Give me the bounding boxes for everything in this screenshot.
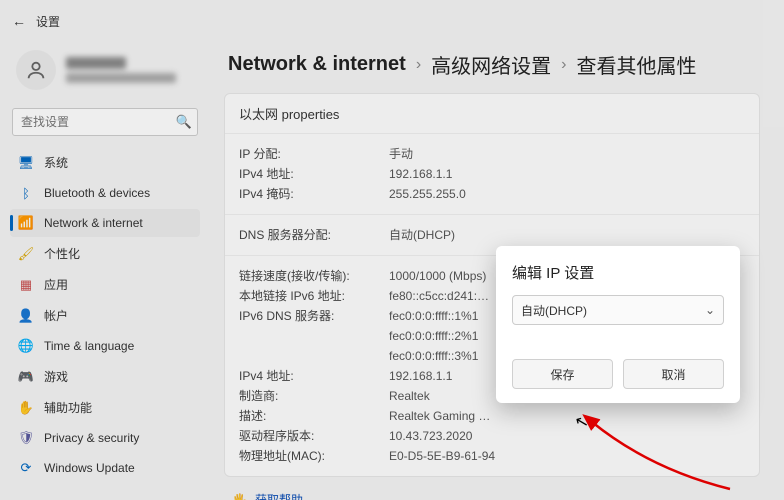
prop-label: IP 分配:	[239, 144, 389, 164]
user-info	[66, 57, 176, 83]
nav-icon: 👤	[18, 308, 34, 324]
nav-icon: ✋	[18, 400, 34, 416]
prop-value: 192.168.1.1	[389, 164, 745, 184]
prop-value: 自动(DHCP)	[389, 225, 745, 245]
sidebar-item-2[interactable]: 📶 Network & internet	[10, 209, 200, 237]
nav-label: Network & internet	[44, 216, 143, 230]
nav-icon: 🖌	[18, 246, 34, 262]
nav-icon: 🛡	[18, 430, 34, 446]
sidebar-item-8[interactable]: ✋ 辅助功能	[10, 393, 200, 422]
nav-label: 帐户	[44, 307, 68, 324]
prop-label: 本地链接 IPv6 地址:	[239, 286, 389, 306]
prop-label	[239, 346, 389, 366]
prop-section-0: IP 分配:手动IPv4 地址:192.168.1.1IPv4 掩码:255.2…	[225, 134, 759, 215]
nav-label: Windows Update	[44, 461, 135, 475]
breadcrumb: Network & internet › 高级网络设置 › 查看其他属性	[228, 50, 760, 79]
prop-label: IPv4 地址:	[239, 366, 389, 386]
nav-label: 辅助功能	[44, 399, 92, 416]
back-button[interactable]: ←	[12, 13, 26, 29]
prop-label: 驱动程序版本:	[239, 426, 389, 446]
breadcrumb-item-1[interactable]: 高级网络设置	[431, 50, 551, 79]
avatar	[16, 50, 56, 90]
sidebar-item-10[interactable]: ⟳ Windows Update	[10, 454, 200, 482]
breadcrumb-item-2: 查看其他属性	[576, 50, 696, 79]
sidebar-item-5[interactable]: 👤 帐户	[10, 301, 200, 330]
prop-row: IPv4 地址:192.168.1.1	[239, 164, 745, 184]
prop-row: DNS 服务器分配:自动(DHCP)	[239, 225, 745, 245]
search-box: 🔍	[12, 108, 198, 136]
sidebar-item-0[interactable]: 🖥 系统	[10, 148, 200, 177]
nav-label: 游戏	[44, 368, 68, 385]
cancel-button[interactable]: 取消	[623, 359, 724, 389]
prop-label	[239, 326, 389, 346]
prop-value: 手动	[389, 144, 745, 164]
nav-icon: 🖥	[18, 155, 34, 171]
dialog-title: 编辑 IP 设置	[512, 262, 724, 283]
prop-label: DNS 服务器分配:	[239, 225, 389, 245]
sidebar-item-4[interactable]: ▦ 应用	[10, 270, 200, 299]
nav-icon: ▦	[18, 277, 34, 293]
prop-label: IPv6 DNS 服务器:	[239, 306, 389, 326]
nav-label: Time & language	[44, 339, 134, 353]
sidebar-item-9[interactable]: 🛡 Privacy & security	[10, 424, 200, 452]
chevron-down-icon: ⌄	[705, 303, 715, 317]
sidebar-item-7[interactable]: 🎮 游戏	[10, 362, 200, 391]
search-input[interactable]	[12, 108, 198, 136]
nav-icon: ⟳	[18, 460, 34, 476]
annotation-arrow	[580, 414, 740, 494]
sidebar-item-6[interactable]: 🌐 Time & language	[10, 332, 200, 360]
nav-label: 系统	[44, 154, 68, 171]
nav-icon: 🌐	[18, 338, 34, 354]
sidebar-item-1[interactable]: ᛒ Bluetooth & devices	[10, 179, 200, 207]
breadcrumb-sep: ›	[561, 56, 566, 74]
prop-label: 物理地址(MAC):	[239, 446, 389, 466]
prop-label: 描述:	[239, 406, 389, 426]
app-title: 设置	[36, 13, 60, 30]
prop-label: 链接速度(接收/传输):	[239, 266, 389, 286]
prop-label: 制造商:	[239, 386, 389, 406]
prop-label: IPv4 地址:	[239, 164, 389, 184]
search-icon: 🔍	[176, 114, 192, 130]
prop-row: IPv4 掩码:255.255.255.0	[239, 184, 745, 204]
nav-label: 应用	[44, 276, 68, 293]
nav-icon: ᛒ	[18, 185, 34, 201]
prop-value: 255.255.255.0	[389, 184, 745, 204]
breadcrumb-item-0[interactable]: Network & internet	[228, 53, 406, 76]
card-header: 以太网 properties	[225, 94, 759, 134]
help-icon: 🖐	[232, 493, 247, 500]
prop-row: IP 分配:手动	[239, 144, 745, 164]
nav-label: Privacy & security	[44, 431, 139, 445]
nav-icon: 🎮	[18, 369, 34, 385]
user-block[interactable]	[10, 44, 200, 104]
nav-icon: 📶	[18, 215, 34, 231]
get-help-link[interactable]: 🖐 获取帮助	[232, 491, 303, 500]
nav-label: Bluetooth & devices	[44, 186, 150, 200]
breadcrumb-sep: ›	[416, 56, 421, 74]
sidebar-item-3[interactable]: 🖌 个性化	[10, 239, 200, 268]
edit-ip-dialog: 编辑 IP 设置 自动(DHCP) ⌄ 保存 取消	[496, 246, 740, 403]
title-bar: ← 设置	[0, 0, 784, 34]
nav-label: 个性化	[44, 245, 80, 262]
sidebar-nav: 🖥 系统 ᛒ Bluetooth & devices 📶 Network & intern…	[10, 148, 200, 482]
sidebar: 🔍 🖥 系统 ᛒ Bluetooth & devices 📶 Network & inte…	[0, 34, 210, 500]
combobox-value: 自动(DHCP)	[521, 302, 587, 319]
prop-label: IPv4 掩码:	[239, 184, 389, 204]
ip-mode-combobox[interactable]: 自动(DHCP) ⌄	[512, 295, 724, 325]
help-label: 获取帮助	[255, 491, 303, 500]
save-button[interactable]: 保存	[512, 359, 613, 389]
